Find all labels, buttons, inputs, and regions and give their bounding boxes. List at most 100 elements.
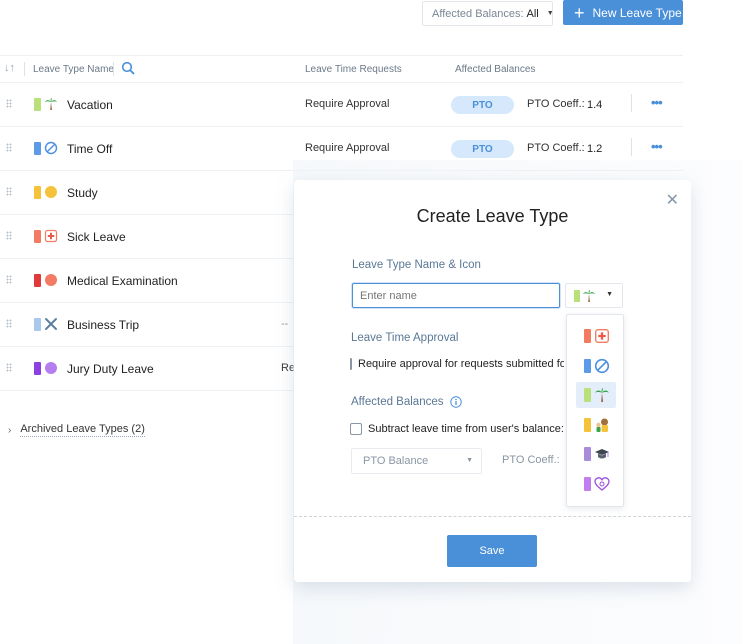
leave-type-name: Time Off [67, 142, 113, 156]
color-swatch [34, 230, 41, 243]
icon-option[interactable] [576, 471, 616, 497]
subtract-balance-label: Subtract leave time from user's balance: [368, 423, 564, 435]
archived-leave-types-toggle[interactable]: › Archived Leave Types (2) [8, 423, 145, 437]
create-leave-type-modal: ✕ Create Leave Type Leave Type Name & Ic… [294, 180, 691, 582]
red-circle-icon [44, 273, 58, 287]
airplane-icon [44, 317, 58, 331]
leave-type-name: Business Trip [67, 318, 140, 332]
balance-select-value: PTO Balance [363, 455, 429, 467]
search-icon[interactable] [121, 61, 135, 78]
header-leave-time-requests: Leave Time Requests [305, 64, 402, 75]
more-options-icon[interactable]: ••• [651, 139, 663, 154]
icon-select[interactable]: ▼ [565, 283, 623, 308]
name-section-label: Leave Type Name & Icon [352, 259, 481, 271]
drag-handle-icon[interactable] [6, 187, 12, 196]
leave-time-requests: Require Approval [305, 142, 390, 154]
color-swatch [584, 388, 591, 402]
color-swatch [584, 417, 591, 432]
icon-option[interactable] [576, 412, 616, 438]
color-swatch [574, 290, 580, 302]
medical-cross-icon [594, 328, 610, 344]
modal-divider [294, 516, 691, 517]
caret-down-icon: ▼ [466, 457, 473, 464]
row-divider [631, 94, 632, 112]
header-divider [113, 62, 114, 76]
balance-badge: PTO [451, 140, 514, 158]
coeff-label: PTO Coeff.: [527, 142, 585, 154]
plus-icon: + [574, 2, 585, 23]
yellow-circle-icon [44, 185, 58, 199]
coeff-label: PTO Coeff.: [527, 98, 585, 110]
icon-option[interactable] [576, 441, 616, 467]
color-swatch [584, 329, 591, 343]
icon-option[interactable] [576, 382, 616, 408]
drag-handle-icon[interactable] [6, 363, 12, 372]
drag-handle-icon[interactable] [6, 143, 12, 152]
leave-type-name: Sick Leave [67, 230, 126, 244]
affected-balances-filter[interactable]: Affected Balances: All ▼ [422, 1, 554, 26]
new-leave-type-label: New Leave Type [592, 5, 682, 20]
filter-label: Affected Balances: [432, 7, 524, 20]
archived-label: Archived Leave Types (2) [20, 423, 145, 437]
drag-handle-icon[interactable] [6, 319, 12, 328]
leave-type-name: Study [67, 186, 98, 200]
icon-option[interactable] [576, 323, 616, 349]
subtract-balance-checkbox[interactable] [350, 423, 362, 435]
color-swatch [584, 476, 591, 491]
caret-down-icon: ▼ [606, 291, 613, 298]
coeff-label: PTO Coeff.: [502, 454, 560, 466]
palm-tree-icon [44, 97, 58, 111]
coeff-value: 1.4 [587, 99, 603, 111]
toolbar: Affected Balances: All ▼ + New Leave Typ… [0, 0, 742, 40]
color-swatch [34, 142, 41, 155]
leave-type-name: Medical Examination [67, 274, 178, 288]
palm-tree-icon [594, 387, 610, 403]
new-leave-type-button[interactable]: + New Leave Type [563, 0, 683, 25]
family-icon [594, 417, 610, 433]
subtract-balance-checkbox-row[interactable]: Subtract leave time from user's balance: [350, 423, 564, 435]
header-affected-balances: Affected Balances [455, 64, 536, 75]
medical-cross-icon [44, 229, 58, 243]
drag-handle-icon[interactable] [6, 275, 12, 284]
header-leave-type-name[interactable]: Leave Type Name [33, 64, 114, 75]
more-options-icon[interactable]: ••• [651, 95, 663, 110]
header-divider [24, 62, 25, 76]
save-button[interactable]: Save [447, 535, 537, 567]
balance-select[interactable]: PTO Balance ▼ [351, 448, 482, 474]
drag-handle-icon[interactable] [6, 231, 12, 240]
coeff-value: 1.2 [587, 143, 603, 155]
icon-option[interactable] [576, 353, 616, 379]
heart-icon [594, 476, 610, 492]
approval-section-label: Leave Time Approval [351, 332, 459, 344]
color-swatch [34, 186, 41, 199]
require-approval-label: Require approval for requests submitted … [358, 358, 564, 370]
sort-icon[interactable]: ↓↑ [4, 62, 15, 74]
filter-value: All [526, 7, 539, 20]
purple-circle-icon [44, 361, 58, 375]
require-approval-checkbox-row[interactable]: Require approval for requests submitted … [350, 358, 564, 370]
icon-picker-menu [566, 314, 624, 507]
prohibited-icon [594, 358, 610, 374]
graduation-cap-icon [594, 446, 610, 462]
leave-type-name: Jury Duty Leave [67, 362, 154, 376]
color-swatch [34, 98, 41, 111]
modal-title: Create Leave Type [416, 206, 569, 226]
leave-type-name-input[interactable] [352, 283, 560, 308]
color-swatch [584, 358, 591, 373]
table-row[interactable]: Vacation Require Approval PTO PTO Coeff.: 1.… [0, 83, 683, 127]
color-swatch [34, 274, 41, 287]
leave-type-name: Vacation [67, 98, 113, 112]
color-swatch [34, 318, 41, 331]
chevron-right-icon: › [8, 424, 12, 436]
balances-section-label: Affected Balances [351, 396, 462, 408]
info-icon[interactable] [449, 396, 462, 408]
table-header: ↓↑ Leave Type Name Leave Time Requests A… [0, 55, 683, 83]
color-swatch [34, 362, 41, 375]
balance-badge: PTO [451, 96, 514, 114]
leave-time-requests: -- [281, 318, 289, 330]
leave-time-requests: Require Approval [305, 98, 390, 110]
drag-handle-icon[interactable] [6, 99, 12, 108]
require-approval-checkbox[interactable] [350, 358, 352, 370]
prohibited-icon [44, 141, 58, 155]
row-divider [631, 138, 632, 156]
